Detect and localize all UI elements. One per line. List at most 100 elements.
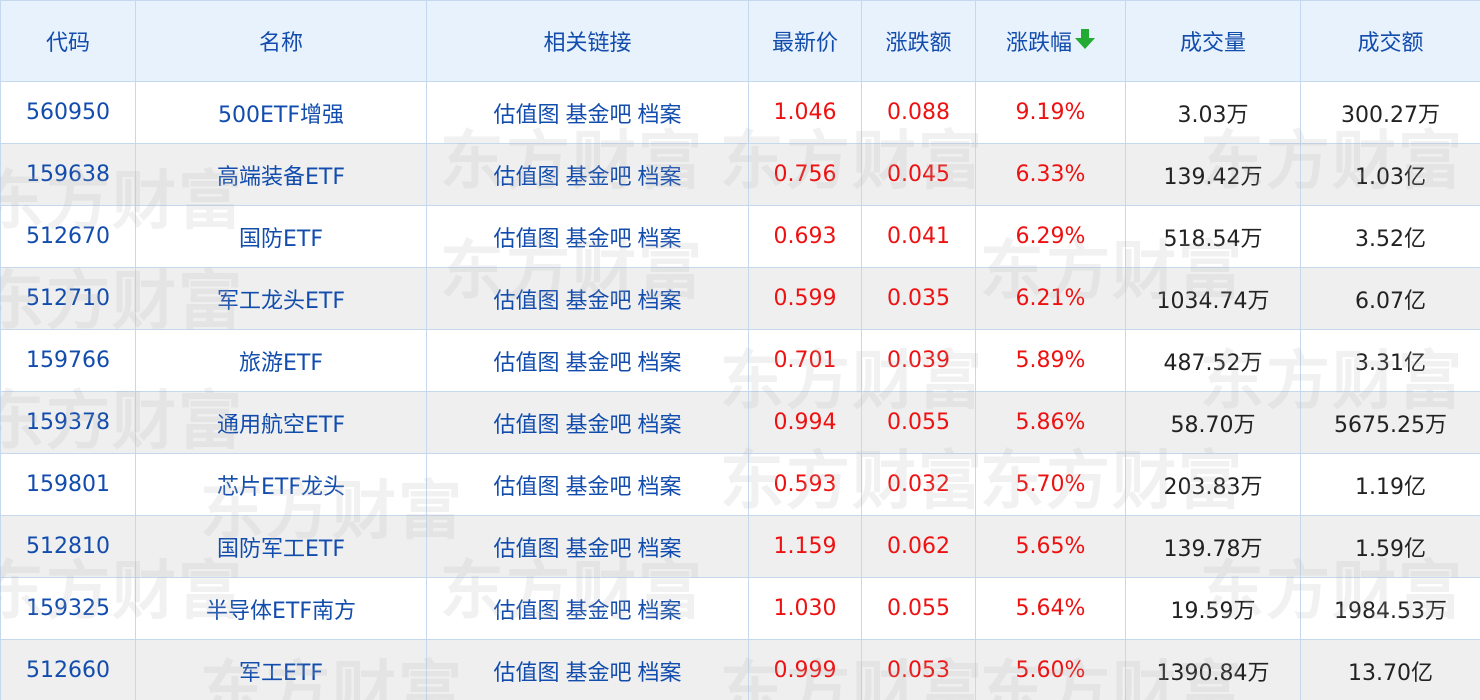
cell-name-value[interactable]: 500ETF增强 [218,103,344,128]
link-valuation-chart[interactable]: 估值图 [493,599,559,624]
link-fund-profile[interactable]: 档案 [638,289,682,314]
cell-links: 估值图 基金吧 档案 [426,577,749,640]
link-valuation-chart[interactable]: 估值图 [493,165,559,190]
link-valuation-chart[interactable]: 估值图 [493,289,559,314]
cell-code[interactable]: 512660 [0,639,136,700]
cell-code[interactable]: 159801 [0,453,136,516]
link-valuation-chart[interactable]: 估值图 [493,537,559,562]
cell-name[interactable]: 旅游ETF [135,329,427,392]
link-valuation-chart[interactable]: 估值图 [493,661,559,686]
table-row[interactable]: 560950 500ETF增强 估值图 基金吧 档案 1.046 0.088 9.19% 3.0… [0,81,1480,144]
cell-name[interactable]: 半导体ETF南方 [135,577,427,640]
cell-name[interactable]: 通用航空ETF [135,391,427,454]
cell-code-value[interactable]: 512710 [26,286,110,311]
cell-code[interactable]: 560950 [0,81,136,144]
cell-code-value[interactable]: 159801 [26,472,110,497]
header-pct[interactable]: 涨跌幅 [975,0,1126,82]
cell-name-value[interactable]: 芯片ETF龙头 [217,475,345,500]
cell-code[interactable]: 159766 [0,329,136,392]
cell-pct-value: 5.89% [1015,348,1086,373]
link-fund-profile[interactable]: 档案 [638,165,682,190]
cell-change: 0.053 [861,639,976,700]
link-valuation-chart[interactable]: 估值图 [493,351,559,376]
link-fund-forum[interactable]: 基金吧 [565,289,631,314]
cell-code-value[interactable]: 159325 [26,596,110,621]
cell-code-value[interactable]: 159638 [26,162,110,187]
link-fund-profile[interactable]: 档案 [638,103,682,128]
table-row[interactable]: 159638 高端装备ETF 估值图 基金吧 档案 0.756 0.045 6.33% 139.… [0,143,1480,206]
header-name[interactable]: 名称 [135,0,427,82]
link-fund-profile[interactable]: 档案 [638,599,682,624]
cell-name[interactable]: 军工龙头ETF [135,267,427,330]
header-volume[interactable]: 成交量 [1125,0,1301,82]
cell-links: 估值图 基金吧 档案 [426,391,749,454]
link-fund-profile[interactable]: 档案 [638,537,682,562]
link-fund-profile[interactable]: 档案 [638,351,682,376]
link-valuation-chart[interactable]: 估值图 [493,475,559,500]
cell-pct: 9.19% [975,81,1126,144]
cell-code-value[interactable]: 159378 [26,410,110,435]
cell-pct-value: 6.21% [1015,286,1086,311]
arrow-down-icon[interactable] [1075,28,1095,56]
link-fund-forum[interactable]: 基金吧 [565,165,631,190]
table-row[interactable]: 159325 半导体ETF南方 估值图 基金吧 档案 1.030 0.055 5.64% 19.… [0,577,1480,640]
link-fund-forum[interactable]: 基金吧 [565,661,631,686]
cell-name-value[interactable]: 通用航空ETF [217,413,345,438]
table-row[interactable]: 512810 国防军工ETF 估值图 基金吧 档案 1.159 0.062 5.65% 139.… [0,515,1480,578]
link-fund-profile[interactable]: 档案 [638,227,682,252]
header-change[interactable]: 涨跌额 [861,0,976,82]
cell-name-value[interactable]: 高端装备ETF [217,165,345,190]
link-fund-profile[interactable]: 档案 [638,661,682,686]
cell-code[interactable]: 159638 [0,143,136,206]
link-fund-forum[interactable]: 基金吧 [565,475,631,500]
cell-code[interactable]: 512670 [0,205,136,268]
header-price[interactable]: 最新价 [748,0,862,82]
cell-name[interactable]: 军工ETF [135,639,427,700]
cell-turnover-value: 13.70亿 [1348,660,1433,686]
cell-name-value[interactable]: 半导体ETF南方 [206,599,356,624]
link-fund-profile[interactable]: 档案 [638,475,682,500]
link-fund-forum[interactable]: 基金吧 [565,413,631,438]
cell-code-value[interactable]: 512660 [26,658,110,683]
cell-name[interactable]: 高端装备ETF [135,143,427,206]
cell-code[interactable]: 159378 [0,391,136,454]
header-code[interactable]: 代码 [0,0,136,82]
link-fund-profile[interactable]: 档案 [638,413,682,438]
link-valuation-chart[interactable]: 估值图 [493,103,559,128]
cell-name-value[interactable]: 军工龙头ETF [217,289,345,314]
cell-name-value[interactable]: 军工ETF [239,661,323,686]
cell-code[interactable]: 159325 [0,577,136,640]
table-row[interactable]: 159378 通用航空ETF 估值图 基金吧 档案 0.994 0.055 5.86% 58.7… [0,391,1480,454]
table-row[interactable]: 512710 军工龙头ETF 估值图 基金吧 档案 0.599 0.035 6.21% 1034… [0,267,1480,330]
link-fund-forum[interactable]: 基金吧 [565,103,631,128]
link-fund-forum[interactable]: 基金吧 [565,599,631,624]
cell-code-value[interactable]: 512810 [26,534,110,559]
table-row[interactable]: 159766 旅游ETF 估值图 基金吧 档案 0.701 0.039 5.89% 487.52… [0,329,1480,392]
link-valuation-chart[interactable]: 估值图 [493,413,559,438]
cell-name-value[interactable]: 国防军工ETF [217,537,345,562]
header-turnover[interactable]: 成交额 [1300,0,1480,82]
cell-code[interactable]: 512710 [0,267,136,330]
table-row[interactable]: 512670 国防ETF 估值图 基金吧 档案 0.693 0.041 6.29% 518.54… [0,205,1480,268]
cell-name[interactable]: 国防军工ETF [135,515,427,578]
link-valuation-chart[interactable]: 估值图 [493,227,559,252]
cell-name-value[interactable]: 国防ETF [239,227,323,252]
cell-price-value: 0.756 [773,162,837,187]
link-fund-forum[interactable]: 基金吧 [565,537,631,562]
cell-name[interactable]: 国防ETF [135,205,427,268]
link-fund-forum[interactable]: 基金吧 [565,351,631,376]
cell-price: 0.599 [748,267,862,330]
cell-code-value[interactable]: 512670 [26,224,110,249]
cell-code[interactable]: 512810 [0,515,136,578]
cell-volume: 139.42万 [1125,143,1301,206]
cell-code-value[interactable]: 560950 [26,100,110,125]
cell-volume: 3.03万 [1125,81,1301,144]
cell-name-value[interactable]: 旅游ETF [239,351,323,376]
cell-name[interactable]: 500ETF增强 [135,81,427,144]
cell-code-value[interactable]: 159766 [26,348,110,373]
cell-name[interactable]: 芯片ETF龙头 [135,453,427,516]
table-row[interactable]: 512660 军工ETF 估值图 基金吧 档案 0.999 0.053 5.60% 1390.8… [0,639,1480,700]
link-fund-forum[interactable]: 基金吧 [565,227,631,252]
table-row[interactable]: 159801 芯片ETF龙头 估值图 基金吧 档案 0.593 0.032 5.70% 203.… [0,453,1480,516]
cell-turnover: 13.70亿 [1300,639,1480,700]
